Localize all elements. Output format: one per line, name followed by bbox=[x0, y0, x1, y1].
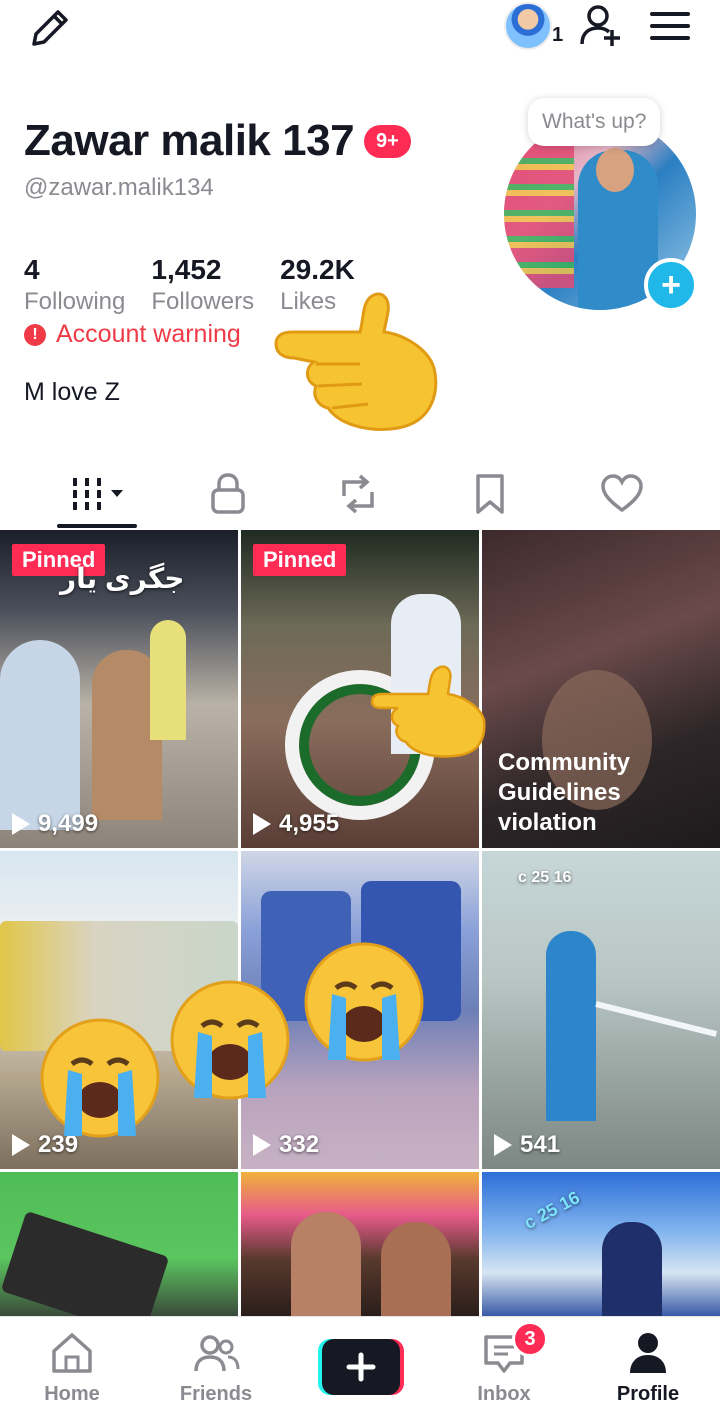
account-count: 1 bbox=[552, 24, 564, 46]
notification-badge[interactable]: 9+ bbox=[364, 124, 411, 158]
account-switcher-avatar[interactable] bbox=[504, 2, 552, 50]
tile-figure bbox=[0, 640, 80, 830]
create-button[interactable] bbox=[318, 1339, 404, 1395]
tile-figure bbox=[150, 620, 186, 740]
account-warning-label: Account warning bbox=[56, 320, 241, 348]
tab-favorites[interactable] bbox=[450, 466, 530, 522]
repost-icon bbox=[342, 474, 374, 514]
add-story-button[interactable]: + bbox=[644, 258, 698, 312]
nav-home[interactable]: Home bbox=[12, 1327, 132, 1406]
video-tile[interactable]: c 25 16 bbox=[482, 1172, 720, 1316]
tile-figure bbox=[546, 931, 596, 1121]
play-icon bbox=[494, 1134, 512, 1156]
view-count: 332 bbox=[253, 1131, 319, 1159]
nav-label: Friends bbox=[179, 1383, 253, 1405]
tab-reposts[interactable] bbox=[318, 466, 398, 522]
nav-profile[interactable]: Profile bbox=[588, 1327, 708, 1406]
tile-face bbox=[381, 1222, 451, 1316]
add-user-icon bbox=[580, 5, 620, 46]
tile-face bbox=[291, 1212, 361, 1316]
video-caption: c 25 16 bbox=[520, 1187, 584, 1233]
tile-water-spray bbox=[595, 1001, 718, 1037]
view-count: 9,499 bbox=[12, 810, 98, 838]
view-count: 541 bbox=[494, 1131, 560, 1159]
stat-following[interactable]: 4 Following bbox=[24, 254, 125, 316]
edit-profile-button[interactable] bbox=[26, 6, 74, 50]
notice-line: Guidelines bbox=[498, 779, 621, 806]
video-tile[interactable] bbox=[241, 1172, 479, 1316]
tab-videos[interactable] bbox=[57, 466, 137, 522]
nav-friends[interactable]: Friends bbox=[156, 1327, 276, 1406]
friends-icon bbox=[194, 1335, 240, 1372]
add-friend-button[interactable] bbox=[576, 4, 626, 48]
alert-icon: ! bbox=[24, 323, 46, 346]
view-count: 4,955 bbox=[253, 810, 339, 838]
tab-liked[interactable] bbox=[582, 466, 662, 522]
tile-object bbox=[0, 1210, 170, 1316]
notice-line: violation bbox=[498, 809, 597, 836]
notice-line: Community bbox=[498, 749, 630, 776]
video-caption: c 25 16 bbox=[518, 869, 572, 886]
nav-label: Inbox bbox=[477, 1383, 531, 1405]
view-count-value: 541 bbox=[520, 1131, 561, 1158]
tile-figure bbox=[602, 1222, 662, 1316]
play-icon bbox=[12, 813, 30, 835]
crying-face-icon bbox=[304, 942, 424, 1062]
profile-icon bbox=[630, 1333, 666, 1373]
create-plus-icon bbox=[318, 1339, 404, 1395]
pointing-hand-icon bbox=[274, 292, 438, 431]
crying-face-icon bbox=[170, 980, 290, 1100]
hamburger-icon bbox=[650, 12, 690, 40]
stat-label: Following bbox=[24, 288, 126, 315]
nav-label: Home bbox=[44, 1383, 100, 1405]
bookmark-icon bbox=[476, 474, 504, 514]
view-count-value: 332 bbox=[279, 1131, 320, 1158]
play-icon bbox=[253, 1134, 271, 1156]
stat-value: 4 bbox=[24, 254, 40, 285]
stat-value: 29.2K bbox=[280, 254, 355, 285]
pencil-icon bbox=[32, 10, 68, 46]
crying-face-icon bbox=[40, 1018, 160, 1138]
home-icon bbox=[52, 1333, 92, 1373]
video-caption: جگری یار bbox=[60, 563, 185, 594]
nav-label: Profile bbox=[616, 1383, 680, 1405]
profile-tabs bbox=[0, 460, 720, 530]
view-count-value: 4,955 bbox=[279, 810, 340, 837]
pinned-badge: Pinned bbox=[253, 544, 347, 576]
stat-value: 1,452 bbox=[151, 254, 222, 285]
inbox-badge: 3 bbox=[512, 1321, 548, 1357]
stat-followers[interactable]: 1,452 Followers bbox=[151, 254, 254, 316]
menu-button[interactable] bbox=[648, 8, 692, 44]
bottom-navigation: Home Friends Inbox 3 Profile bbox=[0, 1316, 720, 1420]
stat-label: Followers bbox=[151, 288, 255, 315]
tab-private[interactable] bbox=[188, 466, 268, 522]
active-tab-indicator bbox=[57, 524, 137, 528]
play-icon bbox=[12, 1134, 30, 1156]
video-tile-restricted[interactable]: Community Guidelines violation bbox=[482, 530, 720, 848]
top-bar: 1 bbox=[0, 0, 720, 60]
status-bubble[interactable]: What's up? bbox=[528, 98, 661, 146]
heart-icon bbox=[601, 474, 643, 513]
lock-icon bbox=[211, 473, 245, 514]
community-guidelines-notice: Community Guidelines violation bbox=[498, 748, 698, 838]
profile-name: Zawar malik 137 bbox=[24, 116, 355, 165]
pointing-hand-icon bbox=[370, 665, 486, 758]
photo-background-truck bbox=[504, 138, 574, 288]
profile-name-row: Zawar malik 137 9+ bbox=[24, 116, 411, 166]
video-tile[interactable]: c 25 16 541 bbox=[482, 851, 720, 1169]
play-icon bbox=[253, 813, 271, 835]
username[interactable]: @zawar.malik134 bbox=[24, 174, 214, 202]
account-warning[interactable]: ! Account warning bbox=[24, 320, 241, 349]
plus-icon: + bbox=[661, 265, 681, 304]
photo-face bbox=[596, 148, 634, 192]
video-tile[interactable]: Pinned جگری یار 9,499 bbox=[0, 530, 238, 848]
grid-dropdown-icon bbox=[73, 478, 123, 510]
view-count-value: 9,499 bbox=[38, 810, 99, 837]
bio: M love Z bbox=[24, 378, 120, 406]
video-tile[interactable] bbox=[0, 1172, 238, 1316]
